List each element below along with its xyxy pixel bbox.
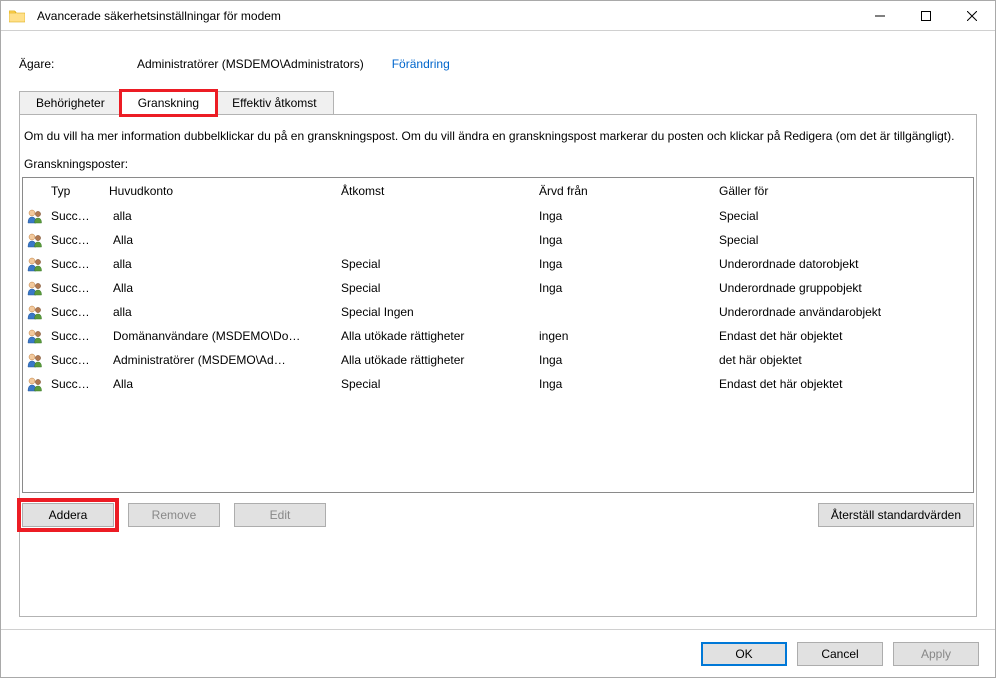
cancel-button[interactable]: Cancel <box>797 642 883 666</box>
cell-access: Alla utökade rättigheter <box>337 329 535 343</box>
cell-inherited: ingen <box>535 329 715 343</box>
entry-buttons-row: Addera Remove Edit Återställ standardvär… <box>22 503 974 527</box>
owner-row: Ägare: Administratörer (MSDEMO\Administr… <box>19 57 977 71</box>
dialog-footer: OK Cancel Apply <box>1 629 995 677</box>
cell-access: Special <box>337 281 535 295</box>
cell-applies: Endast det här objektet <box>715 329 973 343</box>
cell-principal: Domänanvändare (MSDEMO\Do… <box>105 329 337 343</box>
cell-applies: det här objektet <box>715 353 973 367</box>
cell-type: Succ… <box>47 305 105 319</box>
table-row[interactable]: Succ…Administratörer (MSDEMO\Ad…Alla utö… <box>23 348 973 372</box>
cell-access: Alla utökade rättigheter <box>337 353 535 367</box>
tab-effective-access[interactable]: Effektiv åtkomst <box>215 91 333 115</box>
users-icon <box>23 352 47 368</box>
cell-access: Special <box>337 257 535 271</box>
cell-type: Succ… <box>47 281 105 295</box>
minimize-button[interactable] <box>857 1 903 31</box>
col-access-header[interactable]: Åtkomst <box>337 184 535 198</box>
window-controls <box>857 1 995 31</box>
cell-applies: Underordnade datorobjekt <box>715 257 973 271</box>
cell-principal: Alla <box>105 377 337 391</box>
ok-button[interactable]: OK <box>701 642 787 666</box>
remove-button: Remove <box>128 503 220 527</box>
cell-principal: Alla <box>105 233 337 247</box>
cell-inherited: Inga <box>535 377 715 391</box>
table-row[interactable]: Succ…alla IngaSpecial <box>23 204 973 228</box>
table-row[interactable]: Succ…Domänanvändare (MSDEMO\Do…Alla utök… <box>23 324 973 348</box>
owner-value: Administratörer (MSDEMO\Administrators) <box>137 57 364 71</box>
cell-principal: Administratörer (MSDEMO\Ad… <box>105 353 337 367</box>
maximize-button[interactable] <box>903 1 949 31</box>
tab-panel: Om du vill ha mer information dubbelklic… <box>19 114 977 617</box>
users-icon <box>23 328 47 344</box>
cell-principal: alla <box>105 305 337 319</box>
col-principal-header[interactable]: Huvudkonto <box>105 184 337 198</box>
col-inherited-header[interactable]: Ärvd från <box>535 184 715 198</box>
cell-type: Succ… <box>47 329 105 343</box>
cell-access: Special Ingen <box>337 305 535 319</box>
cell-type: Succ… <box>47 257 105 271</box>
table-row[interactable]: Succ…allaSpecial Ingen Underordnade använ… <box>23 300 973 324</box>
owner-change-link[interactable]: Förändring <box>392 57 450 71</box>
cell-inherited: Inga <box>535 281 715 295</box>
cell-applies: Underordnade användarobjekt <box>715 305 973 319</box>
users-icon <box>23 304 47 320</box>
cell-type: Succ… <box>47 209 105 223</box>
instruction-text: Om du vill ha mer information dubbelklic… <box>22 129 974 157</box>
add-button[interactable]: Addera <box>22 503 114 527</box>
list-label: Granskningsposter: <box>22 157 974 177</box>
users-icon <box>23 232 47 248</box>
edit-button: Edit <box>234 503 326 527</box>
cell-applies: Underordnade gruppobjekt <box>715 281 973 295</box>
cell-type: Succ… <box>47 233 105 247</box>
cell-principal: alla <box>105 257 337 271</box>
close-button[interactable] <box>949 1 995 31</box>
apply-button: Apply <box>893 642 979 666</box>
users-icon <box>23 280 47 296</box>
restore-defaults-button[interactable]: Återställ standardvärden <box>818 503 974 527</box>
cell-access: Special <box>337 377 535 391</box>
list-header: Typ Huvudkonto Åtkomst Ärvd från Gäller … <box>23 178 973 204</box>
cell-inherited: Inga <box>535 233 715 247</box>
cell-inherited: Inga <box>535 209 715 223</box>
dialog-body: Ägare: Administratörer (MSDEMO\Administr… <box>1 31 995 629</box>
advanced-security-window: Avancerade säkerhetsinställningar för mo… <box>0 0 996 678</box>
cell-principal: Alla <box>105 281 337 295</box>
cell-type: Succ… <box>47 353 105 367</box>
tab-permissions[interactable]: Behörigheter <box>19 91 122 115</box>
table-row[interactable]: Succ…AllaSpecialIngaUnderordnade gruppob… <box>23 276 973 300</box>
cell-principal: alla <box>105 209 337 223</box>
cell-applies: Endast det här objektet <box>715 377 973 391</box>
cell-inherited: Inga <box>535 353 715 367</box>
cell-applies: Special <box>715 233 973 247</box>
col-type-header[interactable]: Typ <box>47 184 105 198</box>
col-applies-header[interactable]: Gäller för <box>715 184 973 198</box>
list-body: Succ…allaIngaSpecial Succ…AllaIngaSpecia… <box>23 204 973 492</box>
cell-applies: Special <box>715 209 973 223</box>
cell-inherited: Inga <box>535 257 715 271</box>
users-icon <box>23 256 47 272</box>
cell-type: Succ… <box>47 377 105 391</box>
users-icon <box>23 208 47 224</box>
owner-label: Ägare: <box>19 57 137 71</box>
window-title: Avancerade säkerhetsinställningar för mo… <box>33 9 857 23</box>
users-icon <box>23 376 47 392</box>
table-row[interactable]: Succ…AllaSpecialIngaEndast det här objek… <box>23 372 973 396</box>
folder-icon <box>1 9 33 23</box>
tab-auditing[interactable]: Granskning <box>121 91 216 115</box>
table-row[interactable]: Succ…Alla IngaSpecial <box>23 228 973 252</box>
titlebar: Avancerade säkerhetsinställningar för mo… <box>1 1 995 31</box>
table-row[interactable]: Succ…allaSpecialIngaUnderordnade datorob… <box>23 252 973 276</box>
tabstrip: Behörigheter Granskning Effektiv åtkomst <box>19 91 977 115</box>
audit-entry-list[interactable]: Typ Huvudkonto Åtkomst Ärvd från Gäller … <box>22 177 974 493</box>
